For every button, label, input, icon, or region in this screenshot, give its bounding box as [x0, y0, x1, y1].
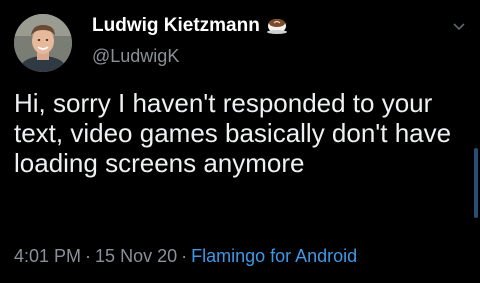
- scroll-accent: [474, 148, 478, 218]
- tweet-date[interactable]: 15 Nov 20: [95, 246, 177, 266]
- tweet-meta: 4:01 PM · 15 Nov 20 · Flamingo for Android: [14, 244, 357, 268]
- avatar[interactable]: [14, 14, 72, 72]
- tweet-source-link[interactable]: Flamingo for Android: [191, 246, 357, 266]
- coffee-cup-icon: [266, 18, 287, 34]
- meta-separator: ·: [181, 246, 188, 266]
- author-handle[interactable]: @LudwigK: [92, 44, 179, 68]
- avatar-photo-icon: [14, 14, 72, 72]
- author-name[interactable]: Ludwig Kietzmann: [92, 14, 288, 38]
- meta-separator: ·: [85, 246, 92, 266]
- chevron-down-icon[interactable]: [452, 20, 466, 34]
- tweet-card: Ludwig Kietzmann @LudwigK Hi, sorry I ha…: [0, 0, 480, 283]
- author-name-text: Ludwig Kietzmann: [92, 15, 260, 36]
- tweet-time: 4:01 PM: [14, 246, 82, 266]
- tweet-text: Hi, sorry I haven't responded to your te…: [14, 88, 452, 178]
